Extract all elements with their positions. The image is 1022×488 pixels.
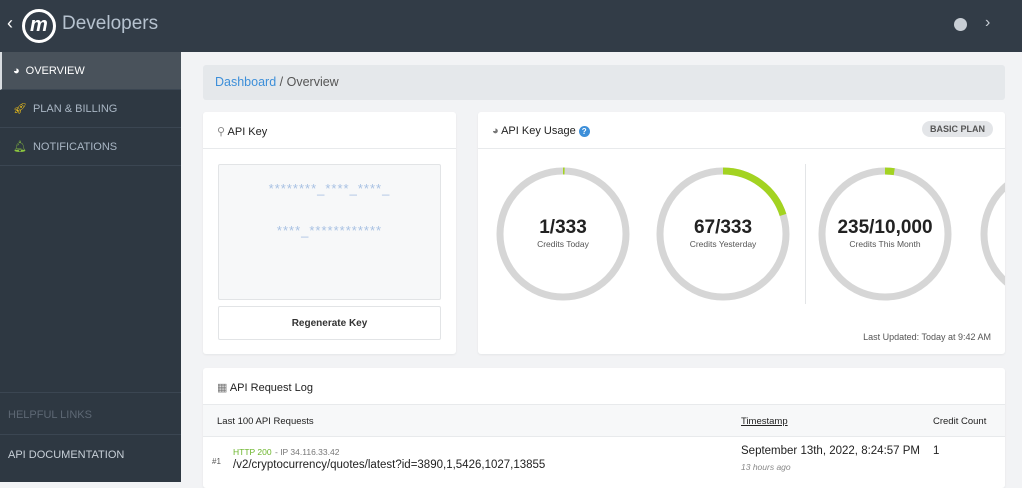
gauge-value: 67/333 bbox=[693, 217, 753, 238]
key-icon: ⚲ bbox=[217, 126, 228, 138]
brand-title: Developers bbox=[62, 13, 159, 34]
col-requests: Last 100 API Requests bbox=[217, 416, 314, 427]
help-icon[interactable]: ? bbox=[578, 126, 590, 137]
plan-badge: BASIC PLAN bbox=[921, 121, 993, 137]
sidebar-item-notifications[interactable]: 🔔︎ NOTIFICATIONS bbox=[0, 128, 181, 166]
col-timestamp[interactable]: Timestamp bbox=[741, 416, 788, 427]
gauge-label: Credits This Month bbox=[849, 239, 921, 249]
table-icon: ▦ bbox=[217, 382, 230, 394]
time-ago: 13 hours ago bbox=[741, 462, 791, 472]
card-title: API Request Log bbox=[229, 382, 314, 394]
rocket-icon: 🚀︎ bbox=[13, 103, 27, 115]
gauge-value: 1/333 bbox=[539, 217, 587, 238]
table-row: #1 HTTP 200 - IP 34.116.33.42 /v2/crypto… bbox=[203, 437, 1005, 487]
bell-icon: 🔔︎ bbox=[13, 141, 27, 153]
gauge-value: 235/10,000 bbox=[837, 217, 933, 238]
sidebar-item-label: NOTIFICATIONS bbox=[32, 140, 118, 153]
chevron-right-icon[interactable]: › bbox=[985, 14, 990, 32]
back-chevron-icon[interactable]: ‹ bbox=[7, 13, 13, 34]
http-status: HTTP 200 bbox=[233, 447, 272, 457]
row-index: #1 bbox=[212, 457, 221, 466]
gauge-label: Credits Today bbox=[537, 239, 589, 249]
breadcrumb: Dashboard / Overview bbox=[203, 65, 1005, 100]
api-key-line-1: ********_****_****_ bbox=[268, 181, 391, 196]
coinmarketcap-logo[interactable]: m bbox=[22, 9, 56, 43]
helpful-links-heading: HELPFUL LINKS bbox=[0, 392, 181, 434]
regenerate-key-button[interactable]: Regenerate Key bbox=[218, 306, 441, 340]
last-updated: Last Updated: Today at 9:42 AM bbox=[863, 332, 991, 342]
col-credit-count: Credit Count bbox=[933, 416, 987, 427]
table-header: Last 100 API Requests Timestamp Credit C… bbox=[203, 405, 1005, 437]
api-key-line-2: ****_************ bbox=[276, 223, 383, 238]
breadcrumb-separator: / bbox=[279, 75, 284, 89]
divider bbox=[805, 164, 806, 304]
timestamp: September 13th, 2022, 8:24:57 PM bbox=[741, 445, 921, 457]
pie-chart-icon: ◕ bbox=[492, 125, 502, 137]
sidebar-item-overview[interactable]: ◕ OVERVIEW bbox=[0, 52, 181, 90]
ip-address: - IP 34.116.33.42 bbox=[275, 447, 340, 457]
card-title: API Key bbox=[227, 126, 268, 138]
request-path: /v2/cryptocurrency/quotes/latest?id=3890… bbox=[233, 459, 546, 471]
sidebar: ◕ OVERVIEW 🚀︎ PLAN & BILLING 🔔︎ NOTIFICATIO… bbox=[0, 52, 181, 482]
api-request-log-card: ▦ API Request Log Last 100 API Requests … bbox=[203, 368, 1005, 488]
breadcrumb-current: Overview bbox=[286, 75, 339, 89]
api-key-card: ⚲ API Key ********_****_****_ ****_*****… bbox=[203, 112, 456, 354]
gauge-partial bbox=[980, 182, 1005, 286]
api-key-display[interactable]: ********_****_****_ ****_************ bbox=[218, 164, 441, 300]
api-key-usage-card: ◕ API Key Usage ? BASIC PLAN 1/333 Credi… bbox=[478, 112, 1005, 354]
dashboard-icon: ◕ bbox=[13, 64, 20, 77]
api-documentation-link[interactable]: API DOCUMENTATION bbox=[0, 434, 181, 474]
sidebar-item-plan-billing[interactable]: 🚀︎ PLAN & BILLING bbox=[0, 90, 181, 128]
sidebar-item-label: OVERVIEW bbox=[25, 64, 85, 77]
credit-count: 1 bbox=[933, 445, 940, 457]
card-title: API Key Usage bbox=[501, 125, 576, 137]
user-icon[interactable] bbox=[954, 18, 967, 31]
gauge-label: Credits Yesterday bbox=[689, 239, 757, 249]
top-header: ‹ m Developers › bbox=[0, 0, 1022, 52]
sidebar-item-label: PLAN & BILLING bbox=[32, 102, 118, 115]
breadcrumb-dashboard-link[interactable]: Dashboard bbox=[215, 75, 276, 89]
